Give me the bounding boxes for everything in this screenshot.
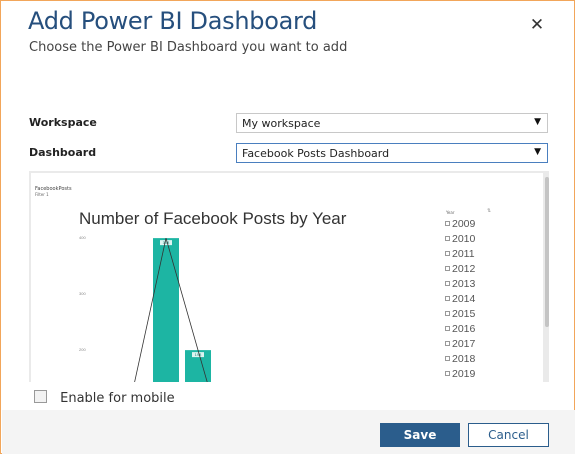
- y-tick-label: 300: [79, 291, 86, 296]
- dashboard-label: Dashboard: [29, 146, 97, 159]
- cancel-button[interactable]: Cancel: [468, 423, 549, 447]
- bar-c2: [153, 238, 179, 382]
- dropdown-arrow-icon: ▼: [534, 117, 541, 127]
- workspace-select[interactable]: My workspace ▼: [236, 113, 548, 133]
- enable-mobile-row[interactable]: Enable for mobile: [34, 390, 175, 406]
- dialog-footer: Save Cancel: [2, 410, 575, 454]
- y-tick-label: 200: [79, 347, 86, 352]
- workspace-label: Workspace: [29, 116, 97, 129]
- enable-mobile-checkbox[interactable]: [34, 390, 47, 403]
- dashboard-select[interactable]: Facebook Posts Dashboard ▼: [236, 143, 548, 163]
- close-icon[interactable]: ✕: [528, 16, 546, 34]
- save-button[interactable]: Save: [380, 423, 460, 447]
- enable-mobile-label: Enable for mobile: [60, 391, 175, 406]
- dialog-title: Add Power BI Dashboard: [28, 7, 318, 35]
- dashboard-preview: FacebookPosts Filter 1 Number of Faceboo…: [29, 171, 549, 382]
- workspace-value: My workspace: [242, 117, 321, 130]
- preview-canvas[interactable]: FacebookPosts Filter 1 Number of Faceboo…: [31, 173, 543, 382]
- add-dashboard-dialog: Add Power BI Dashboard Choose the Power …: [0, 0, 575, 454]
- bar-chart: 40030020010013639819811126: [79, 235, 211, 382]
- dropdown-arrow-icon: ▼: [534, 147, 541, 157]
- preview-scrollbar[interactable]: [545, 177, 549, 327]
- dashboard-value: Facebook Posts Dashboard: [242, 147, 390, 160]
- dialog-subtitle: Choose the Power BI Dashboard you want t…: [29, 40, 348, 55]
- y-tick-label: 400: [79, 235, 86, 240]
